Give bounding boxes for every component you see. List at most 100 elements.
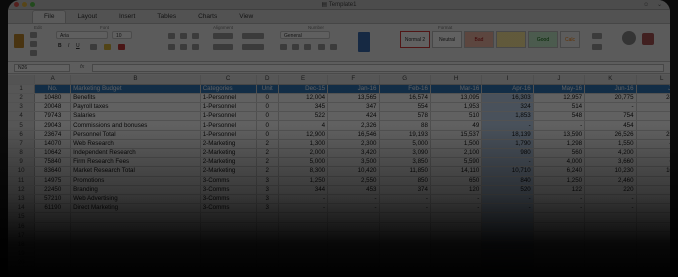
cell-a21[interactable] [34,267,72,277]
cell-l3[interactable]: - [636,102,670,113]
cell-k11[interactable]: 2,460 [584,176,637,186]
cell-i21[interactable] [481,267,534,277]
cell-b17[interactable] [70,231,201,241]
cell-d13[interactable]: 3 [256,194,279,205]
cell-g2[interactable]: 16,574 [379,93,431,104]
column-header-j[interactable]: J [533,75,586,85]
cell-g4[interactable]: 578 [379,111,431,122]
cell-h18[interactable] [430,240,483,251]
fx-icon[interactable]: fx [80,64,84,70]
row-header[interactable]: 8 [8,148,36,159]
cell-b14[interactable]: Direct Marketing [70,203,201,214]
cell-j10[interactable]: 6,240 [533,166,586,177]
cell-c4[interactable]: 1-Personnel [200,111,257,122]
style-calc[interactable]: Calc [560,31,580,48]
cell-l15[interactable] [636,212,670,223]
align-middle-icon[interactable] [180,33,187,39]
percent-icon[interactable] [292,44,299,50]
cell-i4[interactable]: 1,853 [481,111,534,122]
align-right-icon[interactable] [192,44,199,50]
text-direction-icon[interactable] [242,44,264,50]
cell-d12[interactable]: 3 [256,185,279,195]
cell-e7[interactable]: 1,300 [278,139,329,150]
cell-j12[interactable]: 122 [533,185,586,195]
cell-i13[interactable]: - [481,194,534,205]
style-bad[interactable]: Bad [464,31,494,48]
cell-k17[interactable] [584,231,637,241]
row-header[interactable]: 1 [8,84,36,94]
row-header[interactable]: 10 [8,166,36,177]
cell-e17[interactable] [278,231,329,241]
cell-e21[interactable] [278,267,329,277]
column-header-i[interactable]: I [481,75,534,85]
tab-charts[interactable]: Charts [187,11,228,23]
cell-e13[interactable]: - [278,194,329,205]
tab-view[interactable]: View [228,11,264,23]
column-header-d[interactable]: D [256,75,279,85]
cell-j1[interactable]: May-16 [533,84,586,94]
row-header[interactable]: 11 [8,176,36,186]
cell-l12[interactable]: - [636,185,670,195]
row-header[interactable]: 2 [8,93,36,104]
cell-d11[interactable]: 3 [256,176,279,186]
cell-j4[interactable]: 548 [533,111,586,122]
cell-g14[interactable]: - [379,203,431,214]
cell-h14[interactable]: - [430,203,483,214]
cell-b9[interactable]: Firm Research Fees [70,157,201,168]
delete-cells-icon[interactable] [592,44,602,50]
cell-j14[interactable]: - [533,203,586,214]
cell-l13[interactable]: - [636,194,670,205]
cell-k9[interactable]: 3,660 [584,157,637,168]
cell-d18[interactable] [256,240,279,251]
cell-f12[interactable]: 453 [327,185,380,195]
row-header[interactable]: 17 [8,231,36,241]
font-color-icon[interactable] [118,44,125,50]
cell-k15[interactable] [584,212,637,223]
cell-l16[interactable] [636,222,670,232]
cell-d15[interactable] [256,212,279,223]
cell-e4[interactable]: 522 [278,111,329,122]
cell-h6[interactable]: 15,537 [430,130,483,140]
cell-g3[interactable]: 554 [379,102,431,113]
cell-e1[interactable]: Dec-15 [278,84,329,94]
cell-k1[interactable]: Jun-16 [584,84,637,94]
column-header-k[interactable]: K [584,75,637,85]
cell-a8[interactable]: 10642 [34,148,72,159]
cell-b5[interactable]: Commissions and bonuses [70,120,201,131]
cell-c19[interactable] [200,249,257,260]
cell-h5[interactable]: 49 [430,120,483,131]
cell-i5[interactable]: - [481,120,534,131]
cell-a6[interactable]: 23674 [34,130,72,140]
cell-g11[interactable]: 850 [379,176,431,186]
smiley-feedback-icon[interactable]: ☺ [643,2,649,8]
column-header-f[interactable]: F [327,75,380,85]
cell-e3[interactable]: 345 [278,102,329,113]
cell-b4[interactable]: Salaries [70,111,201,122]
row-header[interactable]: 6 [8,130,36,140]
cell-c21[interactable] [200,267,257,277]
cell-a15[interactable] [34,212,72,223]
tab-file[interactable]: File [32,10,67,23]
formula-input[interactable] [92,64,664,72]
select-all-corner[interactable] [8,75,36,85]
font-size-select[interactable]: 10 [112,31,132,39]
row-header[interactable]: 12 [8,185,36,195]
cell-j18[interactable] [533,240,586,251]
cell-j8[interactable]: 560 [533,148,586,159]
cell-f3[interactable]: 347 [327,102,380,113]
cell-j3[interactable]: 514 [533,102,586,113]
style-good[interactable]: Good [528,31,558,48]
cell-b12[interactable]: Branding [70,185,201,195]
cell-i7[interactable]: 1,790 [481,139,534,150]
cell-g9[interactable]: 3,850 [379,157,431,168]
cell-d7[interactable]: 2 [256,139,279,150]
column-header-l[interactable]: L [636,75,670,85]
cell-d6[interactable]: 0 [256,130,279,140]
cell-l17[interactable] [636,231,670,241]
row-header[interactable]: 19 [8,249,36,260]
merge-cells-icon[interactable] [213,44,233,50]
cell-g8[interactable]: 3,090 [379,148,431,159]
cell-h16[interactable] [430,222,483,232]
cell-d14[interactable]: 3 [256,203,279,214]
cell-c12[interactable]: 3-Comms [200,185,257,195]
